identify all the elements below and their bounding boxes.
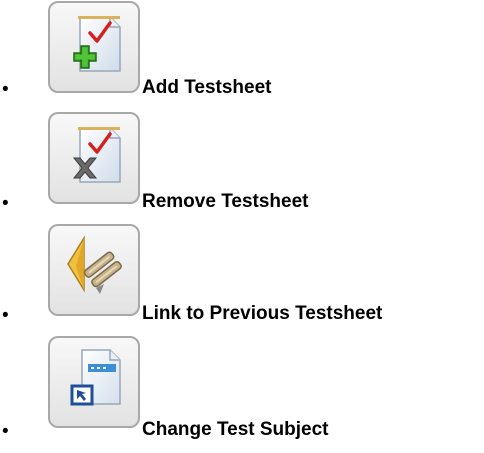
add-testsheet-icon (73, 16, 121, 72)
remove-testsheet-button[interactable] (48, 112, 140, 204)
link-previous-label: Link to Previous Testsheet (142, 303, 383, 324)
bullet: • (2, 193, 9, 214)
bullet: • (2, 79, 9, 100)
link-previous-icon (67, 235, 122, 294)
list-item-add-testsheet: • Add Testsheet (0, 0, 484, 100)
bullet: • (2, 421, 9, 442)
list-item-remove-testsheet: • Remove Testsheet (0, 112, 484, 214)
add-testsheet-label: Add Testsheet (142, 77, 272, 98)
change-subject-icon (70, 349, 121, 406)
link-previous-button[interactable] (48, 224, 140, 316)
change-subject-button[interactable] (48, 336, 140, 428)
remove-testsheet-label: Remove Testsheet (142, 191, 309, 212)
list-item-change-subject: • Change Test Subject (0, 336, 484, 441)
remove-testsheet-icon (72, 127, 121, 183)
add-testsheet-button[interactable] (48, 1, 140, 93)
list-item-link-previous: • Link to Previous Testsheet (0, 224, 484, 326)
change-subject-label: Change Test Subject (142, 419, 329, 440)
bullet: • (2, 305, 9, 326)
